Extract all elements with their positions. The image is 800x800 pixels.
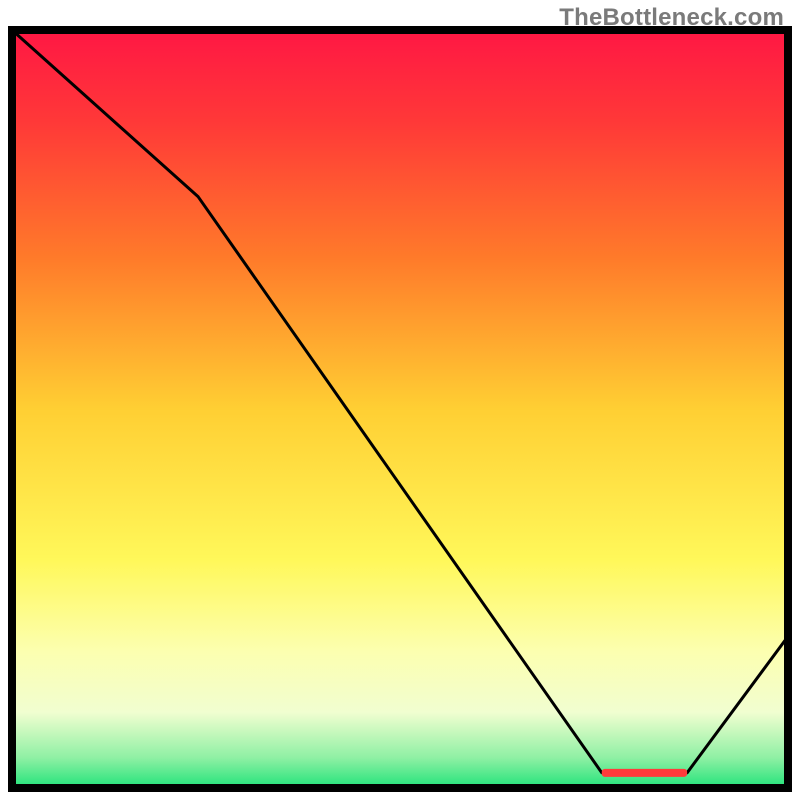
watermark-text: TheBottleneck.com (559, 4, 784, 32)
bottleneck-chart (0, 0, 800, 800)
chart-background (12, 30, 788, 788)
chart-stage: TheBottleneck.com (0, 0, 800, 800)
optimal-band-marker (602, 769, 687, 777)
